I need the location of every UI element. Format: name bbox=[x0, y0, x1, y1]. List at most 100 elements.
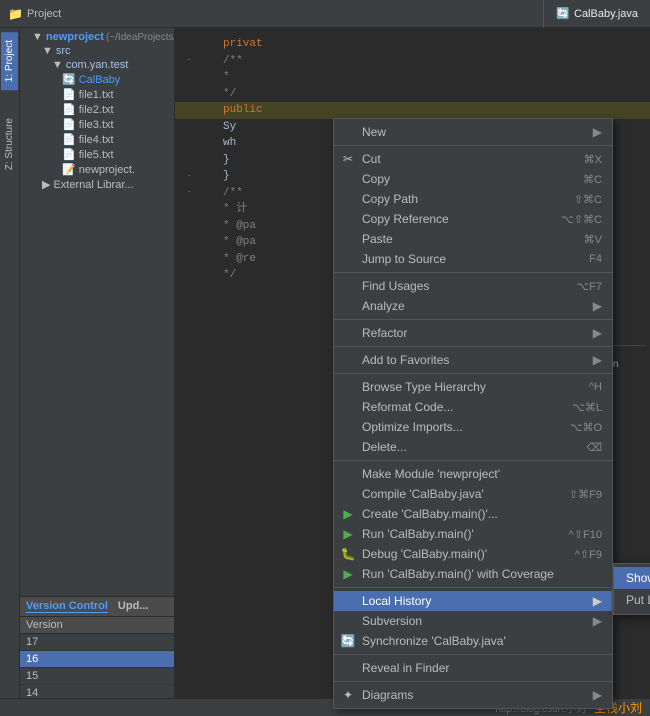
gutter-7 bbox=[183, 135, 195, 152]
tree-item-file2[interactable]: 📄 file2.txt bbox=[20, 102, 174, 117]
cut-icon: ✂ bbox=[340, 152, 356, 166]
file-icon-1: 📄 bbox=[62, 88, 76, 101]
code-text-1: privat bbox=[223, 36, 263, 53]
tree-item-calbaby[interactable]: 🔄 CalBaby bbox=[20, 72, 174, 87]
sidebar-tab-structure[interactable]: Z: Structure bbox=[1, 110, 18, 178]
gutter-9 bbox=[183, 152, 195, 169]
separator-7 bbox=[334, 587, 612, 588]
jump-shortcut: F4 bbox=[589, 253, 602, 265]
file2-label: file2.txt bbox=[79, 104, 114, 116]
code-text-16: * @re bbox=[223, 251, 256, 268]
diagrams-icon: ✦ bbox=[340, 688, 356, 702]
project-path-label: (~/IdeaProjects/workspace/newproject) bbox=[106, 32, 174, 43]
vc-cell-15-extra bbox=[144, 668, 174, 685]
line-num-16 bbox=[195, 251, 215, 268]
vc-table: Version 17 16 15 bbox=[20, 617, 174, 702]
line-num-17 bbox=[195, 267, 215, 284]
menu-item-synchronize[interactable]: 🔄 Synchronize 'CalBaby.java' bbox=[334, 631, 612, 651]
code-line-2: - /** bbox=[175, 53, 650, 70]
separator-4 bbox=[334, 346, 612, 347]
menu-hierarchy-label: Browse Type Hierarchy bbox=[362, 380, 486, 394]
vc-row-17[interactable]: 17 bbox=[20, 634, 174, 651]
class-icon: 🔄 bbox=[62, 73, 76, 86]
src-label: src bbox=[56, 45, 71, 57]
tree-item-file4[interactable]: 📄 file4.txt bbox=[20, 132, 174, 147]
folder-icon: ▼ bbox=[42, 45, 53, 57]
line-num-14 bbox=[195, 218, 215, 235]
file-icon-2: 📄 bbox=[62, 103, 76, 116]
menu-item-jump-to-source[interactable]: Jump to Source F4 bbox=[334, 249, 612, 269]
menu-item-local-history[interactable]: Local History ▶ bbox=[334, 591, 612, 611]
menu-item-subversion[interactable]: Subversion ▶ bbox=[334, 611, 612, 631]
menu-coverage-label: Run 'CalBaby.main()' with Coverage bbox=[362, 567, 554, 581]
gutter-10: - bbox=[183, 168, 195, 185]
code-text-4: */ bbox=[223, 86, 236, 103]
line-num-6 bbox=[195, 119, 215, 136]
menu-item-debug[interactable]: 🐛 Debug 'CalBaby.main()' ^⇧F9 bbox=[334, 544, 612, 564]
menu-create-run-label: Create 'CalBaby.main()'... bbox=[362, 507, 498, 521]
sidebar-tab-project[interactable]: 1: Project bbox=[1, 32, 18, 90]
menu-item-find-usages[interactable]: Find Usages ⌥F7 bbox=[334, 276, 612, 296]
menu-item-analyze[interactable]: Analyze ▶ bbox=[334, 296, 612, 316]
menu-analyze-label: Analyze bbox=[362, 299, 405, 313]
menu-delete-label: Delete... bbox=[362, 440, 407, 454]
vc-cell-16-extra bbox=[144, 651, 174, 668]
menu-item-paste[interactable]: Paste ⌘V bbox=[334, 229, 612, 249]
vc-row-15[interactable]: 15 bbox=[20, 668, 174, 685]
menu-item-reveal[interactable]: Reveal in Finder bbox=[334, 658, 612, 678]
menu-item-make-module[interactable]: Make Module 'newproject' bbox=[334, 464, 612, 484]
gutter-6 bbox=[183, 119, 195, 136]
tree-item-newproject[interactable]: ▼ newproject (~/IdeaProjects/workspace/n… bbox=[20, 30, 174, 44]
debug-shortcut: ^⇧F9 bbox=[575, 548, 602, 561]
tree-item-src[interactable]: ▼ src bbox=[20, 44, 174, 58]
separator-2 bbox=[334, 272, 612, 273]
separator-6 bbox=[334, 460, 612, 461]
file1-label: file1.txt bbox=[79, 89, 114, 101]
vc-tab-upd[interactable]: Upd... bbox=[118, 600, 149, 613]
submenu-item-show-history[interactable]: Show History bbox=[614, 567, 650, 589]
submenu-item-put-label[interactable]: Put Label... bbox=[614, 589, 650, 611]
vc-row-16[interactable]: 16 bbox=[20, 651, 174, 668]
optimize-shortcut: ⌥⌘O bbox=[570, 421, 602, 434]
tree-item-file3[interactable]: 📄 file3.txt bbox=[20, 117, 174, 132]
gutter-5 bbox=[183, 102, 195, 119]
menu-refactor-label: Refactor bbox=[362, 326, 407, 340]
tree-item-package[interactable]: ▼ com.yan.test bbox=[20, 58, 174, 72]
menu-make-label: Make Module 'newproject' bbox=[362, 467, 500, 481]
vc-cell-15: 15 bbox=[20, 668, 144, 685]
menu-item-browse-hierarchy[interactable]: Browse Type Hierarchy ^H bbox=[334, 377, 612, 397]
menu-item-run-coverage[interactable]: ▶ Run 'CalBaby.main()' with Coverage bbox=[334, 564, 612, 584]
menu-item-copy-path[interactable]: Copy Path ⇧⌘C bbox=[334, 189, 612, 209]
menu-item-compile[interactable]: Compile 'CalBaby.java' ⇧⌘F9 bbox=[334, 484, 612, 504]
file5-label: file5.txt bbox=[79, 149, 114, 161]
menu-item-new[interactable]: New ▶ bbox=[334, 122, 612, 142]
line-num-7 bbox=[195, 135, 215, 152]
menu-item-run[interactable]: ▶ Run 'CalBaby.main()' ^⇧F10 bbox=[334, 524, 612, 544]
show-history-label: Show History bbox=[626, 571, 650, 585]
editor-tab-label: CalBaby.java bbox=[574, 8, 638, 20]
line-num-10 bbox=[195, 168, 215, 185]
menu-item-optimize-imports[interactable]: Optimize Imports... ⌥⌘O bbox=[334, 417, 612, 437]
menu-item-diagrams[interactable]: ✦ Diagrams ▶ bbox=[334, 685, 612, 705]
tree-item-file1[interactable]: 📄 file1.txt bbox=[20, 87, 174, 102]
tree-item-external-libs[interactable]: ▶ External Librar... bbox=[20, 177, 174, 192]
code-text-9: } bbox=[223, 152, 230, 169]
tree-item-newproject-file[interactable]: 📝 newproject. bbox=[20, 162, 174, 177]
code-text-7: wh bbox=[223, 135, 236, 152]
vc-tab-version-control[interactable]: Version Control bbox=[26, 600, 108, 613]
external-libs-label: External Librar... bbox=[53, 179, 133, 191]
menu-item-create-run[interactable]: ▶ Create 'CalBaby.main()'... bbox=[334, 504, 612, 524]
menu-item-refactor[interactable]: Refactor ▶ bbox=[334, 323, 612, 343]
menu-item-add-to-favorites[interactable]: Add to Favorites ▶ bbox=[334, 350, 612, 370]
separator-9 bbox=[334, 681, 612, 682]
menu-item-cut[interactable]: ✂ Cut ⌘X bbox=[334, 149, 612, 169]
menu-copy-label: Copy bbox=[362, 172, 390, 186]
menu-item-copy-reference[interactable]: Copy Reference ⌥⇧⌘C bbox=[334, 209, 612, 229]
menu-item-reformat[interactable]: Reformat Code... ⌥⌘L bbox=[334, 397, 612, 417]
menu-optimize-label: Optimize Imports... bbox=[362, 420, 463, 434]
diagrams-arrow-icon: ▶ bbox=[593, 688, 602, 702]
main-layout: 1: Project Z: Structure ▼ newproject (~/… bbox=[0, 28, 650, 716]
menu-item-copy[interactable]: Copy ⌘C bbox=[334, 169, 612, 189]
tree-item-file5[interactable]: 📄 file5.txt bbox=[20, 147, 174, 162]
menu-item-delete[interactable]: Delete... ⌫ bbox=[334, 437, 612, 457]
